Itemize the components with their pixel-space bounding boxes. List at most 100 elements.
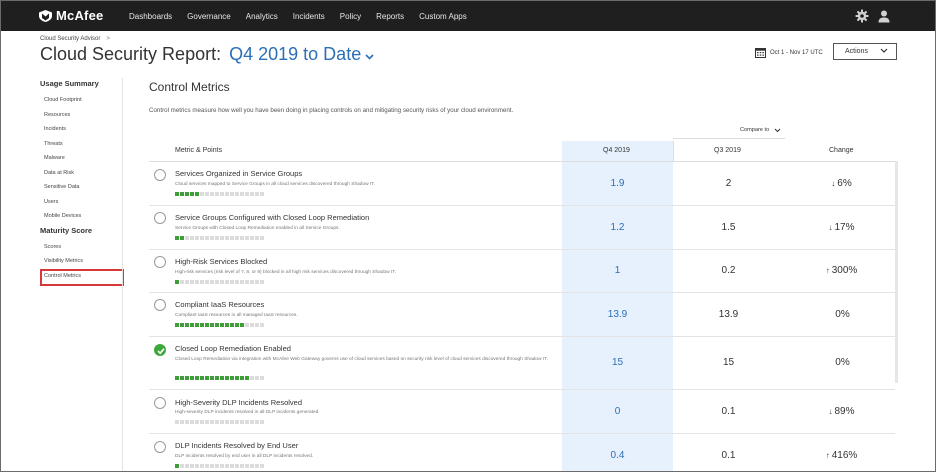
progress-segment bbox=[215, 236, 219, 240]
sidebar-item-users[interactable]: Users bbox=[40, 195, 122, 210]
progress-segment bbox=[245, 420, 249, 424]
q4-value: 1 bbox=[614, 265, 621, 276]
column-header-metric: Metric & Points bbox=[175, 147, 223, 154]
nav-policy[interactable]: Policy bbox=[340, 12, 361, 21]
metric-title: Service Groups Configured with Closed Lo… bbox=[175, 213, 370, 222]
check-pending-icon bbox=[154, 212, 166, 224]
progress-segment bbox=[175, 192, 179, 196]
actions-dropdown[interactable]: Actions bbox=[833, 43, 897, 60]
arrow-up-icon: ↑ bbox=[825, 451, 830, 460]
breadcrumb-cloud-security-advisor[interactable]: Cloud Security Advisor bbox=[40, 36, 100, 42]
progress-segment bbox=[230, 280, 234, 284]
progress-segment bbox=[255, 464, 259, 468]
column-divider bbox=[673, 141, 674, 162]
check-pending-icon bbox=[154, 397, 166, 409]
calendar-icon bbox=[755, 48, 766, 58]
metric-title: Services Organized in Service Groups bbox=[175, 169, 303, 178]
table-row[interactable]: Compliant IaaS Resources Compliant IaaS r… bbox=[149, 293, 895, 337]
q3-value: 13.9 bbox=[718, 309, 739, 320]
progress-segment bbox=[225, 192, 229, 196]
q4-value: 1.9 bbox=[610, 178, 625, 189]
nav-incidents[interactable]: Incidents bbox=[293, 12, 325, 21]
q4-value: 15 bbox=[611, 357, 624, 368]
progress-segment bbox=[235, 376, 239, 380]
progress-segment bbox=[190, 323, 194, 327]
progress-segment bbox=[250, 376, 254, 380]
chevron-down-icon bbox=[774, 128, 781, 132]
progress-segment bbox=[205, 420, 209, 424]
progress-segment bbox=[175, 236, 179, 240]
sidebar-item-scores[interactable]: Scores bbox=[40, 240, 122, 255]
actions-label: Actions bbox=[845, 48, 868, 55]
nav-governance[interactable]: Governance bbox=[187, 12, 231, 21]
metric-title: High-Risk Services Blocked bbox=[175, 257, 268, 266]
progress-segment bbox=[235, 236, 239, 240]
progress-segment bbox=[215, 280, 219, 284]
progress-segment bbox=[245, 323, 249, 327]
q4-value: 0.4 bbox=[610, 450, 625, 461]
compare-divider bbox=[673, 138, 785, 139]
sidebar-item-incidents[interactable]: Incidents bbox=[40, 122, 122, 137]
change-value: 0% bbox=[786, 309, 897, 320]
page-title: Cloud Security Report: Q4 2019 to Date bbox=[40, 44, 374, 65]
progress-segment bbox=[205, 192, 209, 196]
mcafee-logo[interactable]: McAfee bbox=[39, 8, 103, 23]
progress-segment bbox=[205, 280, 209, 284]
progress-segment bbox=[195, 236, 199, 240]
points-progress-bar bbox=[175, 236, 265, 240]
period-selector[interactable]: Q4 2019 to Date bbox=[229, 44, 374, 64]
metric-description: Compliant IaaS resources in all managed … bbox=[175, 313, 298, 318]
progress-segment bbox=[235, 464, 239, 468]
date-range[interactable]: Oct 1 - Nov 17 UTC bbox=[755, 47, 823, 58]
sidebar-item-visibility-metrics[interactable]: Visibility Metrics bbox=[40, 254, 122, 269]
progress-segment bbox=[210, 192, 214, 196]
sidebar-item-malware[interactable]: Malware bbox=[40, 151, 122, 166]
progress-segment bbox=[220, 420, 224, 424]
metric-title: High-Severity DLP Incidents Resolved bbox=[175, 398, 303, 407]
nav-custom-apps[interactable]: Custom Apps bbox=[419, 12, 467, 21]
progress-segment bbox=[230, 236, 234, 240]
check-pending-icon bbox=[154, 299, 166, 311]
sidebar-item-cloud-footprint[interactable]: Cloud Footprint bbox=[40, 93, 122, 108]
progress-segment bbox=[250, 323, 254, 327]
arrow-down-icon: ↓ bbox=[828, 407, 833, 416]
progress-segment bbox=[190, 236, 194, 240]
nav-reports[interactable]: Reports bbox=[376, 12, 404, 21]
sidebar-item-resources[interactable]: Resources bbox=[40, 108, 122, 123]
table-row[interactable]: Closed Loop Remediation Enabled Closed Lo… bbox=[149, 337, 895, 390]
sidebar-item-data-at-risk[interactable]: Data at Risk bbox=[40, 166, 122, 181]
progress-segment bbox=[195, 280, 199, 284]
table-row[interactable]: High-Severity DLP Incidents Resolved High… bbox=[149, 390, 895, 434]
scrollbar[interactable] bbox=[895, 161, 898, 383]
progress-segment bbox=[180, 420, 184, 424]
nav-dashboards[interactable]: Dashboards bbox=[129, 12, 172, 21]
progress-segment bbox=[195, 192, 199, 196]
sidebar-item-mobile-devices[interactable]: Mobile Devices bbox=[40, 209, 122, 224]
sidebar-item-sensitive-data[interactable]: Sensitive Data bbox=[40, 180, 122, 195]
compare-to-dropdown[interactable]: Compare to bbox=[740, 127, 781, 133]
table-row[interactable]: Service Groups Configured with Closed Lo… bbox=[149, 206, 895, 250]
user-icon[interactable] bbox=[877, 9, 891, 23]
q3-value: 2 bbox=[725, 178, 732, 189]
progress-segment bbox=[185, 280, 189, 284]
table-row[interactable]: High-Risk Services Blocked High-risk serv… bbox=[149, 250, 895, 293]
progress-segment bbox=[175, 420, 179, 424]
table-row[interactable]: DLP Incidents Resolved by End User DLP in… bbox=[149, 434, 895, 471]
progress-segment bbox=[210, 420, 214, 424]
progress-segment bbox=[235, 323, 239, 327]
progress-segment bbox=[210, 236, 214, 240]
column-header-change: Change bbox=[829, 147, 854, 154]
progress-segment bbox=[180, 323, 184, 327]
sidebar-item-threats[interactable]: Threats bbox=[40, 137, 122, 152]
progress-segment bbox=[230, 376, 234, 380]
nav-analytics[interactable]: Analytics bbox=[246, 12, 278, 21]
q3-value: 0.1 bbox=[721, 406, 736, 417]
table-row[interactable]: Services Organized in Service Groups Clou… bbox=[149, 162, 895, 206]
progress-segment bbox=[250, 464, 254, 468]
progress-segment bbox=[240, 420, 244, 424]
metric-title: Compliant IaaS Resources bbox=[175, 300, 265, 309]
progress-segment bbox=[260, 420, 264, 424]
q4-value: 1.2 bbox=[610, 222, 625, 233]
gear-icon[interactable] bbox=[855, 9, 869, 23]
metric-description: Closed Loop Remediation via integration … bbox=[175, 357, 548, 362]
